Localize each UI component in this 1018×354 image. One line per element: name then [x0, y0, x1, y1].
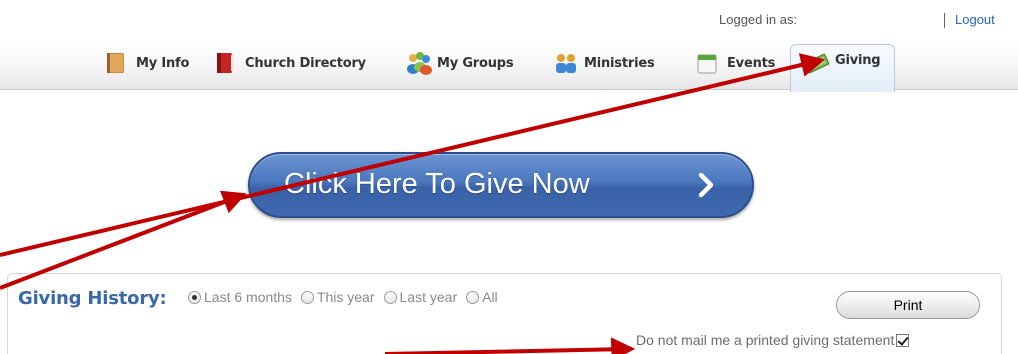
- tab-my-info[interactable]: My Info: [104, 48, 189, 78]
- tab-label: Giving: [835, 53, 881, 68]
- tab-my-groups[interactable]: My Groups: [405, 48, 514, 78]
- login-divider: [944, 13, 945, 28]
- radio-label: Last year: [399, 289, 458, 305]
- no-mail-statement-label: Do not mail me a printed giving statemen…: [636, 332, 895, 348]
- tab-label: My Groups: [437, 55, 514, 71]
- login-bar: Logged in as: Logout: [0, 12, 1018, 30]
- calendar-icon: [695, 51, 719, 75]
- print-button[interactable]: Print: [836, 291, 980, 319]
- radio-label: All: [482, 289, 498, 305]
- radio-label: Last 6 months: [204, 289, 292, 305]
- radio-option-all[interactable]: All: [466, 289, 498, 305]
- no-mail-statement-option[interactable]: Do not mail me a printed giving statemen…: [636, 332, 910, 348]
- logged-in-label: Logged in as:: [719, 12, 798, 27]
- money-icon: [803, 53, 830, 77]
- tab-church-directory[interactable]: Church Directory: [213, 48, 366, 78]
- tab-label: Events: [727, 55, 776, 71]
- tab-giving[interactable]: Giving: [790, 44, 896, 92]
- logout-link[interactable]: Logout: [955, 12, 995, 27]
- radio-option-last-6-months[interactable]: Last 6 months: [188, 289, 292, 305]
- radio-label: This year: [316, 289, 375, 305]
- giving-history-panel: Giving History: Last 6 months This year …: [7, 273, 1002, 354]
- period-radio-group: Last 6 months This year Last year All: [188, 289, 507, 305]
- tab-ministries[interactable]: Ministries: [552, 48, 655, 78]
- radio-option-this-year[interactable]: This year: [300, 289, 375, 305]
- radio-button[interactable]: [383, 290, 397, 304]
- radio-button[interactable]: [466, 290, 480, 304]
- radio-option-last-year[interactable]: Last year: [383, 289, 458, 305]
- radio-button[interactable]: [300, 290, 314, 304]
- group-people-icon: [405, 51, 432, 75]
- chevron-right-icon: [697, 170, 717, 200]
- tab-events[interactable]: Events: [695, 48, 775, 78]
- giving-history-title: Giving History:: [18, 288, 167, 309]
- main-nav: My Info Church Directory My Groups Minis…: [0, 42, 1018, 92]
- tab-label: Church Directory: [245, 55, 366, 71]
- radio-button[interactable]: [188, 290, 201, 304]
- book-icon: [104, 51, 128, 75]
- directory-book-icon: [213, 51, 237, 75]
- give-now-button[interactable]: Click Here To Give Now: [248, 152, 754, 218]
- give-now-label: Click Here To Give Now: [284, 168, 590, 200]
- tab-label: Ministries: [584, 55, 655, 71]
- ministries-people-icon: [552, 51, 576, 75]
- no-mail-statement-checkbox[interactable]: [896, 333, 910, 347]
- tab-label: My Info: [136, 55, 190, 71]
